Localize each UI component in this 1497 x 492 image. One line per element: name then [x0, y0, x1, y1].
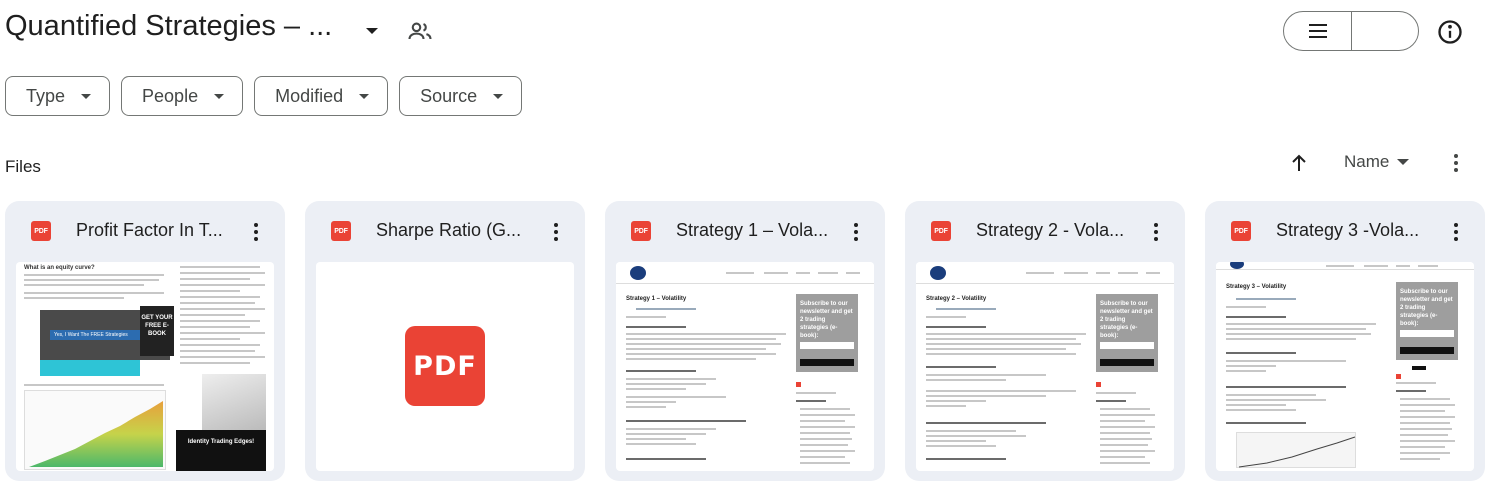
- chevron-down-icon[interactable]: [360, 20, 384, 44]
- filter-label: Modified: [275, 85, 344, 106]
- file-card[interactable]: PDF Strategy 3 -Vola... Strategy 3 – Vol…: [1205, 201, 1485, 481]
- header: Quantified Strategies – ...: [0, 0, 1497, 64]
- more-vert-icon[interactable]: [545, 221, 567, 243]
- filter-source[interactable]: Source: [399, 76, 523, 116]
- file-card[interactable]: PDF Sharpe Ratio (G... PDF: [305, 201, 585, 481]
- more-vert-icon[interactable]: [1145, 221, 1167, 243]
- pdf-icon: PDF: [631, 221, 651, 241]
- pdf-icon: PDF: [331, 221, 351, 241]
- caret-down-icon: [493, 93, 504, 99]
- pdf-icon: PDF: [931, 221, 951, 241]
- filter-label: People: [142, 85, 199, 106]
- caret-down-icon: [214, 93, 225, 99]
- filter-label: Source: [420, 85, 478, 106]
- thumb-side-banner: Identity Trading Edges!: [176, 430, 266, 471]
- file-card[interactable]: PDF Strategy 2 - Vola... Strategy 2 – Vo…: [905, 201, 1185, 481]
- filter-chips: Type People Modified Source: [5, 76, 523, 116]
- sort-label: Name: [1344, 152, 1390, 171]
- file-card[interactable]: PDF Profit Factor In T... What is an equ…: [5, 201, 285, 481]
- file-title: Strategy 1 – Vola...: [676, 220, 829, 240]
- more-vert-icon[interactable]: [1445, 221, 1467, 243]
- filter-type[interactable]: Type: [5, 76, 111, 116]
- file-thumbnail: Strategy 3 – Volatility Subscribe to our…: [1216, 262, 1474, 471]
- file-thumbnail: Strategy 1 – Volatility Subscribe to our: [616, 262, 874, 471]
- list-view-icon: [1308, 24, 1327, 38]
- equity-chart-image: [24, 390, 166, 470]
- thumb-heading: Strategy 2 – Volatility: [926, 296, 987, 302]
- filter-label: Type: [26, 85, 66, 106]
- sort-by-button[interactable]: Name: [1344, 152, 1410, 172]
- pdf-file-icon: PDF: [405, 326, 485, 406]
- equity-chart-image: [1236, 432, 1356, 468]
- sort-direction-icon[interactable]: [1287, 151, 1311, 175]
- list-view-button[interactable]: [1284, 12, 1352, 50]
- file-title: Strategy 3 -Vola...: [1276, 220, 1420, 240]
- thumb-heading: Strategy 1 – Volatility: [626, 296, 687, 302]
- caret-down-icon: [359, 93, 370, 99]
- files-section-label: Files: [5, 157, 41, 176]
- thumb-site-header: [616, 262, 874, 284]
- file-thumbnail: Strategy 2 – Volatility Subscribe to our…: [916, 262, 1174, 471]
- file-title: Strategy 2 - Vola...: [976, 220, 1125, 240]
- caret-down-icon: [1397, 159, 1410, 165]
- ebook-cover: GET YOUR FREE E-BOOK: [140, 306, 174, 356]
- thumb-site-header: [916, 262, 1174, 284]
- file-card[interactable]: PDF Strategy 1 – Vola... Strategy 1 – Vo…: [605, 201, 885, 481]
- info-icon[interactable]: [1436, 18, 1464, 46]
- filter-people[interactable]: People: [121, 76, 244, 116]
- pdf-icon: PDF: [31, 221, 51, 241]
- file-title: Profit Factor In T...: [76, 220, 223, 240]
- file-thumbnail: What is an equity curve? Yes, I Want The…: [16, 262, 274, 471]
- more-vert-icon[interactable]: [845, 221, 867, 243]
- file-grid: PDF Profit Factor In T... What is an equ…: [5, 201, 1485, 481]
- folder-title[interactable]: Quantified Strategies – ...: [5, 10, 332, 43]
- thumb-site-header: [1216, 262, 1474, 270]
- more-vert-icon[interactable]: [1444, 151, 1468, 175]
- people-icon[interactable]: [406, 18, 434, 46]
- pdf-icon: PDF: [1231, 221, 1251, 241]
- file-thumbnail: PDF: [316, 262, 574, 471]
- view-toggle: [1283, 11, 1419, 51]
- thumb-heading: What is an equity curve?: [24, 265, 95, 271]
- file-title: Sharpe Ratio (G...: [376, 220, 522, 240]
- filter-modified[interactable]: Modified: [254, 76, 389, 116]
- more-vert-icon[interactable]: [245, 221, 267, 243]
- caret-down-icon: [81, 93, 92, 99]
- thumb-heading: Strategy 3 – Volatility: [1226, 284, 1287, 290]
- thumb-chart-small: [202, 374, 266, 430]
